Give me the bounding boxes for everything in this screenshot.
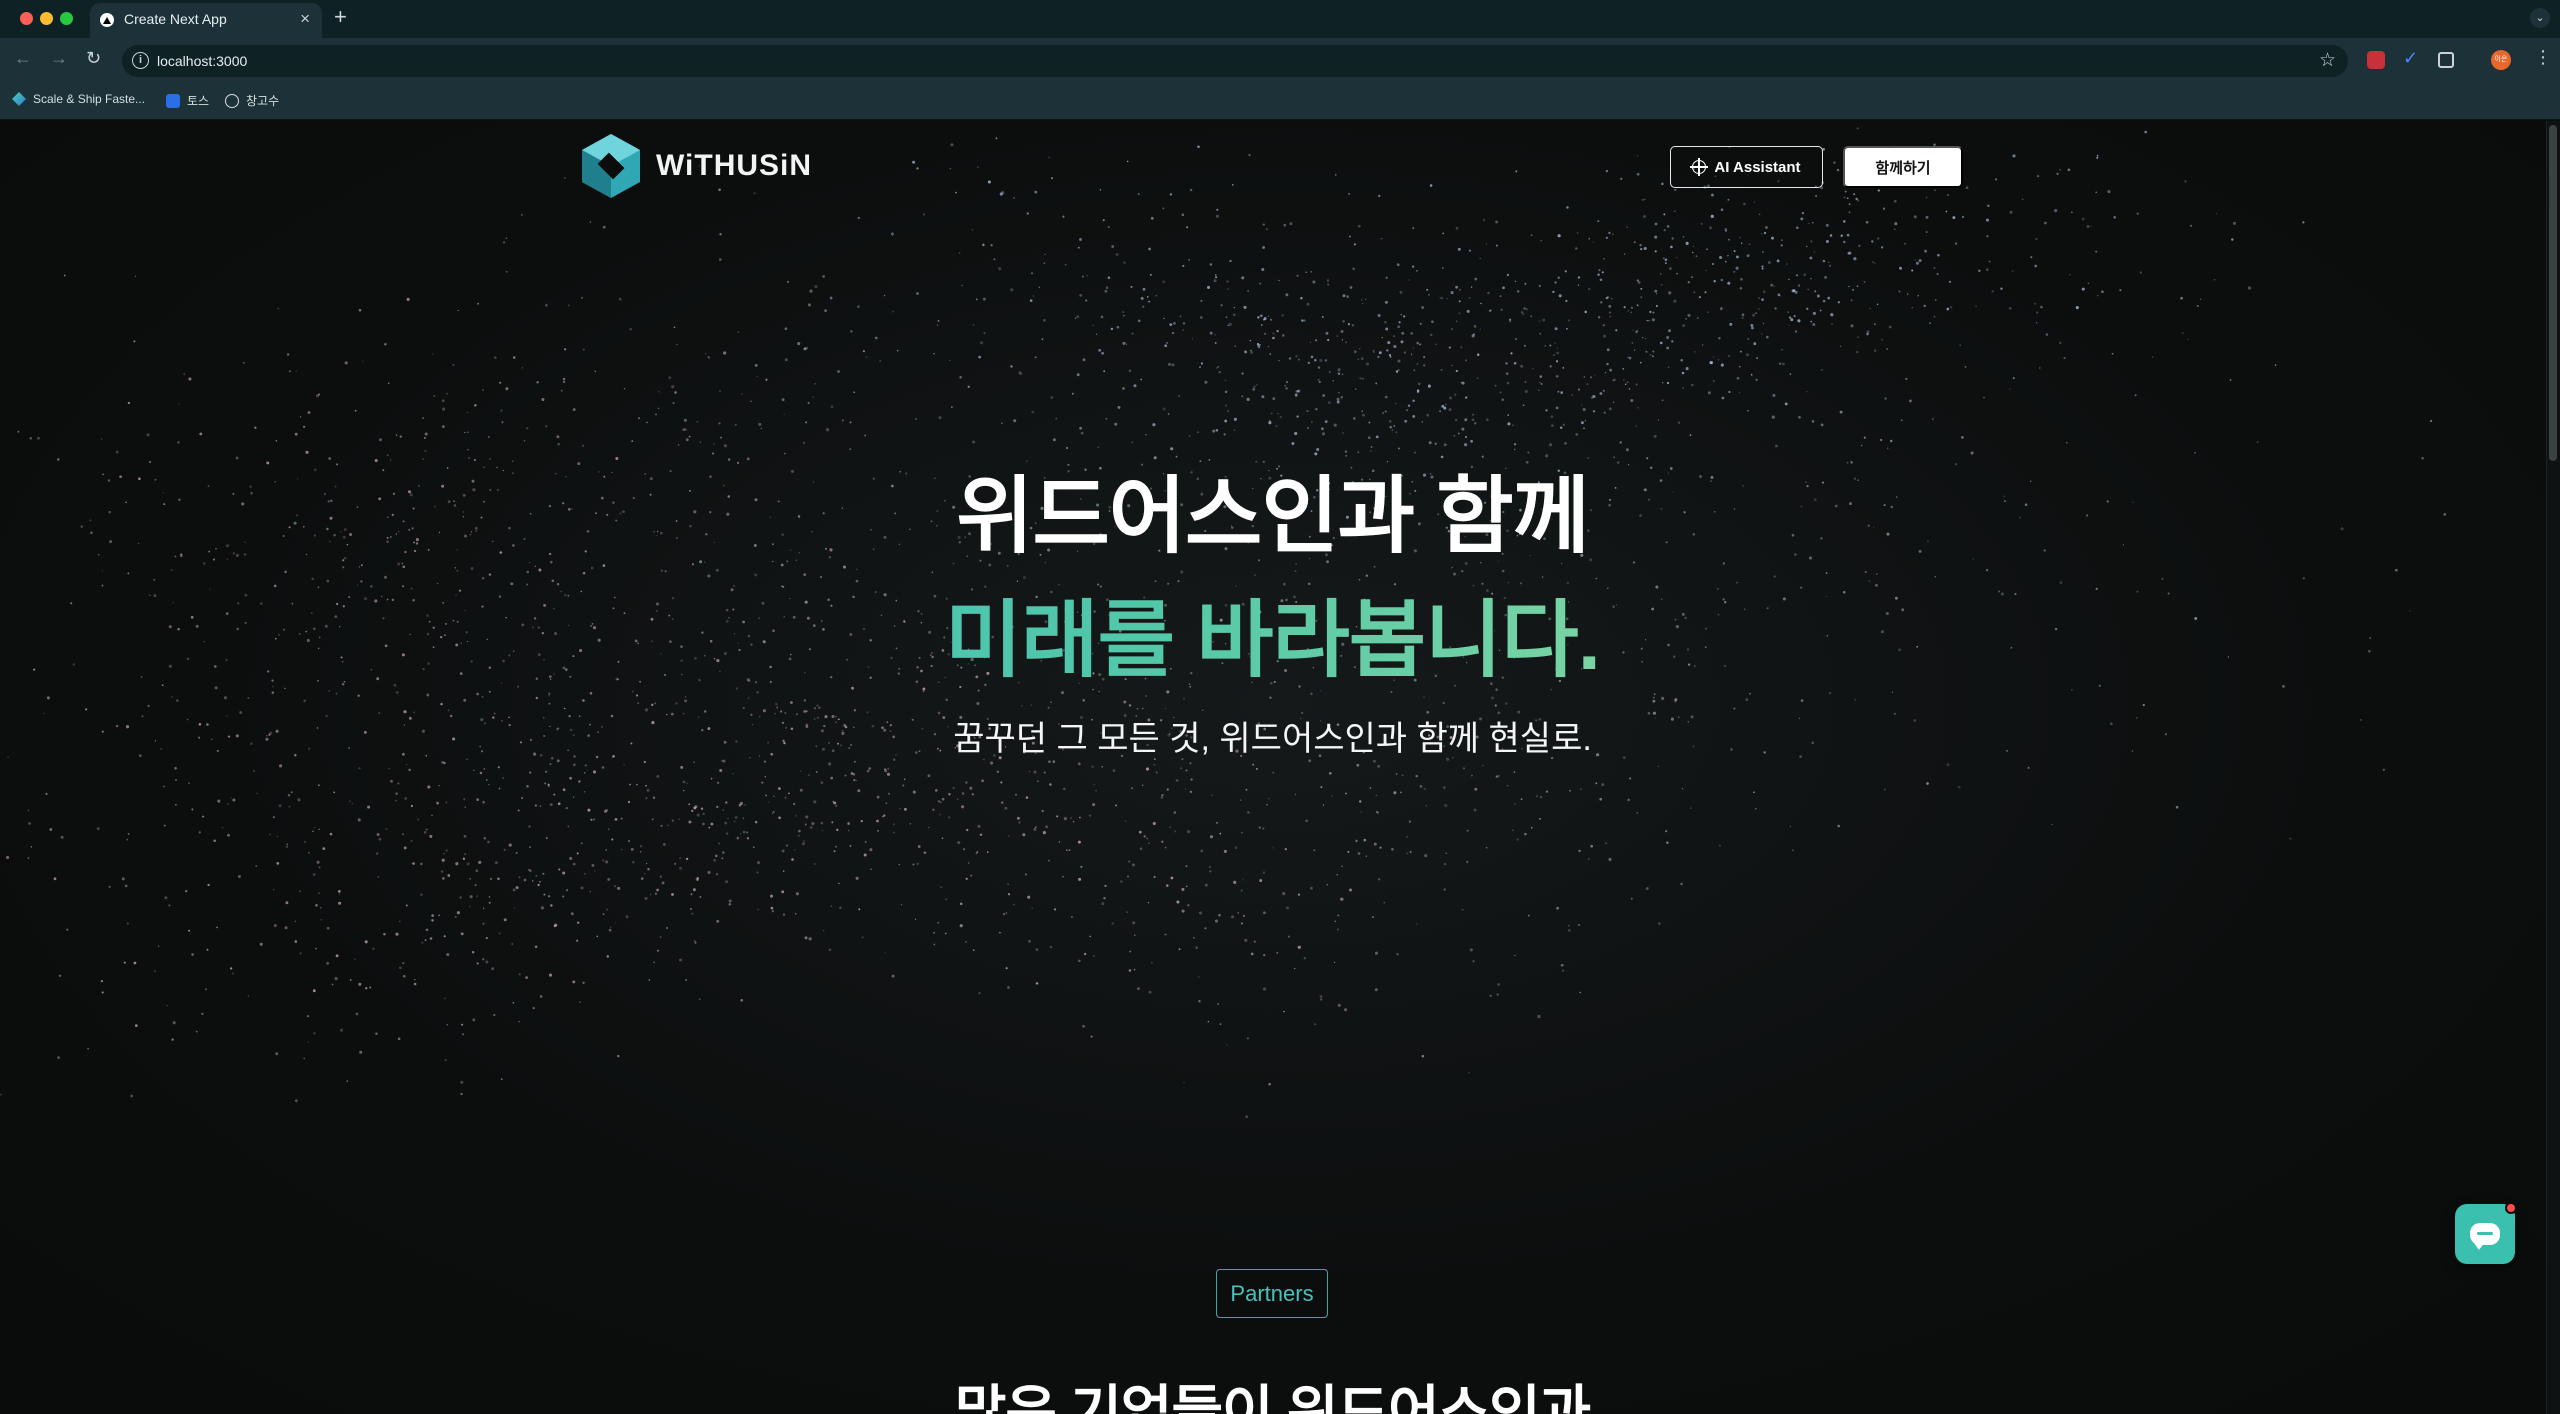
web-page: WiTHUSiN AI Assistant 함께하기 위드어스인과 함께 미래를… — [0, 121, 2560, 1414]
chat-button[interactable] — [2455, 1204, 2515, 1264]
globe-icon — [225, 93, 239, 108]
tab-search-chevron-icon[interactable]: ⌄ — [2530, 8, 2550, 28]
address-bar[interactable]: i localhost:3000 ☆ — [122, 45, 2348, 77]
maximize-window-button[interactable] — [60, 12, 73, 25]
site-info-icon[interactable]: i — [132, 52, 149, 69]
hero-title-line2: 미래를 바라봅니다. — [0, 573, 2545, 694]
browser-tab[interactable]: Create Next App × — [90, 3, 322, 38]
toss-favicon-icon — [166, 93, 180, 108]
reload-icon[interactable]: ↻ — [86, 48, 101, 69]
particle-background — [0, 127, 2447, 1119]
ai-assistant-label: AI Assistant — [1714, 158, 1801, 176]
join-button[interactable]: 함께하기 — [1843, 146, 1963, 188]
minimize-window-button[interactable] — [40, 12, 53, 25]
chat-notification-dot — [2505, 1202, 2517, 1214]
hero-subtitle: 꿈꾸던 그 모든 것, 위드어스인과 함께 현실로. — [953, 720, 1592, 758]
address-url[interactable]: localhost:3000 — [157, 53, 247, 69]
scrollbar-thumb[interactable] — [2549, 125, 2557, 461]
ai-assistant-button[interactable]: AI Assistant — [1670, 146, 1823, 188]
extension-check-icon[interactable]: ✓ — [2403, 48, 2421, 68]
crosshair-icon — [1690, 158, 1709, 176]
forward-arrow-icon[interactable]: → — [50, 48, 68, 69]
new-tab-button[interactable]: + — [334, 4, 347, 30]
site-logo[interactable]: WiTHUSiN — [582, 134, 812, 198]
back-arrow-icon[interactable]: ← — [14, 48, 32, 69]
browser-menu-icon[interactable]: ⋮ — [2534, 47, 2552, 68]
page-scrollbar[interactable] — [2546, 121, 2560, 1414]
profile-avatar[interactable]: 이은 — [2491, 50, 2511, 70]
withusin-logo-icon — [582, 134, 640, 198]
bookmark-star-icon[interactable]: ☆ — [2319, 49, 2336, 72]
browser-toolbar: ← → ↻ i localhost:3000 ☆ ✓ 이은 ⋮ — [0, 38, 2560, 84]
extension-red-icon[interactable] — [2367, 51, 2385, 69]
bookmark-item[interactable]: 토스 — [166, 92, 209, 109]
hero-title-line1: 위드어스인과 함께 — [956, 469, 1590, 563]
chat-bubble-icon — [2470, 1223, 2500, 1250]
nextjs-favicon-icon — [100, 13, 114, 27]
bookmark-label: 창고수 — [246, 94, 280, 108]
extensions-puzzle-icon[interactable] — [2438, 52, 2454, 68]
close-window-button[interactable] — [20, 12, 33, 25]
partners-section-title: 많은 기업들이 위드어스인과 — [954, 1380, 1591, 1414]
bookmarks-bar: Scale & Ship Faste... 토스 창고수 — [0, 84, 2560, 120]
bookmark-label: 토스 — [187, 94, 210, 108]
browser-tab-bar: Create Next App × + ⌄ — [0, 0, 2560, 38]
tab-title: Create Next App — [124, 11, 227, 27]
bookmark-item[interactable]: Scale & Ship Faste... — [12, 92, 145, 106]
bookmark-item[interactable]: 창고수 — [225, 92, 279, 109]
logo-wordmark: WiTHUSiN — [656, 149, 813, 182]
partners-badge: Partners — [1216, 1269, 1328, 1318]
tab-close-button[interactable]: × — [300, 9, 310, 29]
bookmark-label: Scale & Ship Faste... — [33, 92, 146, 106]
bookmark-favicon-icon — [12, 92, 26, 106]
